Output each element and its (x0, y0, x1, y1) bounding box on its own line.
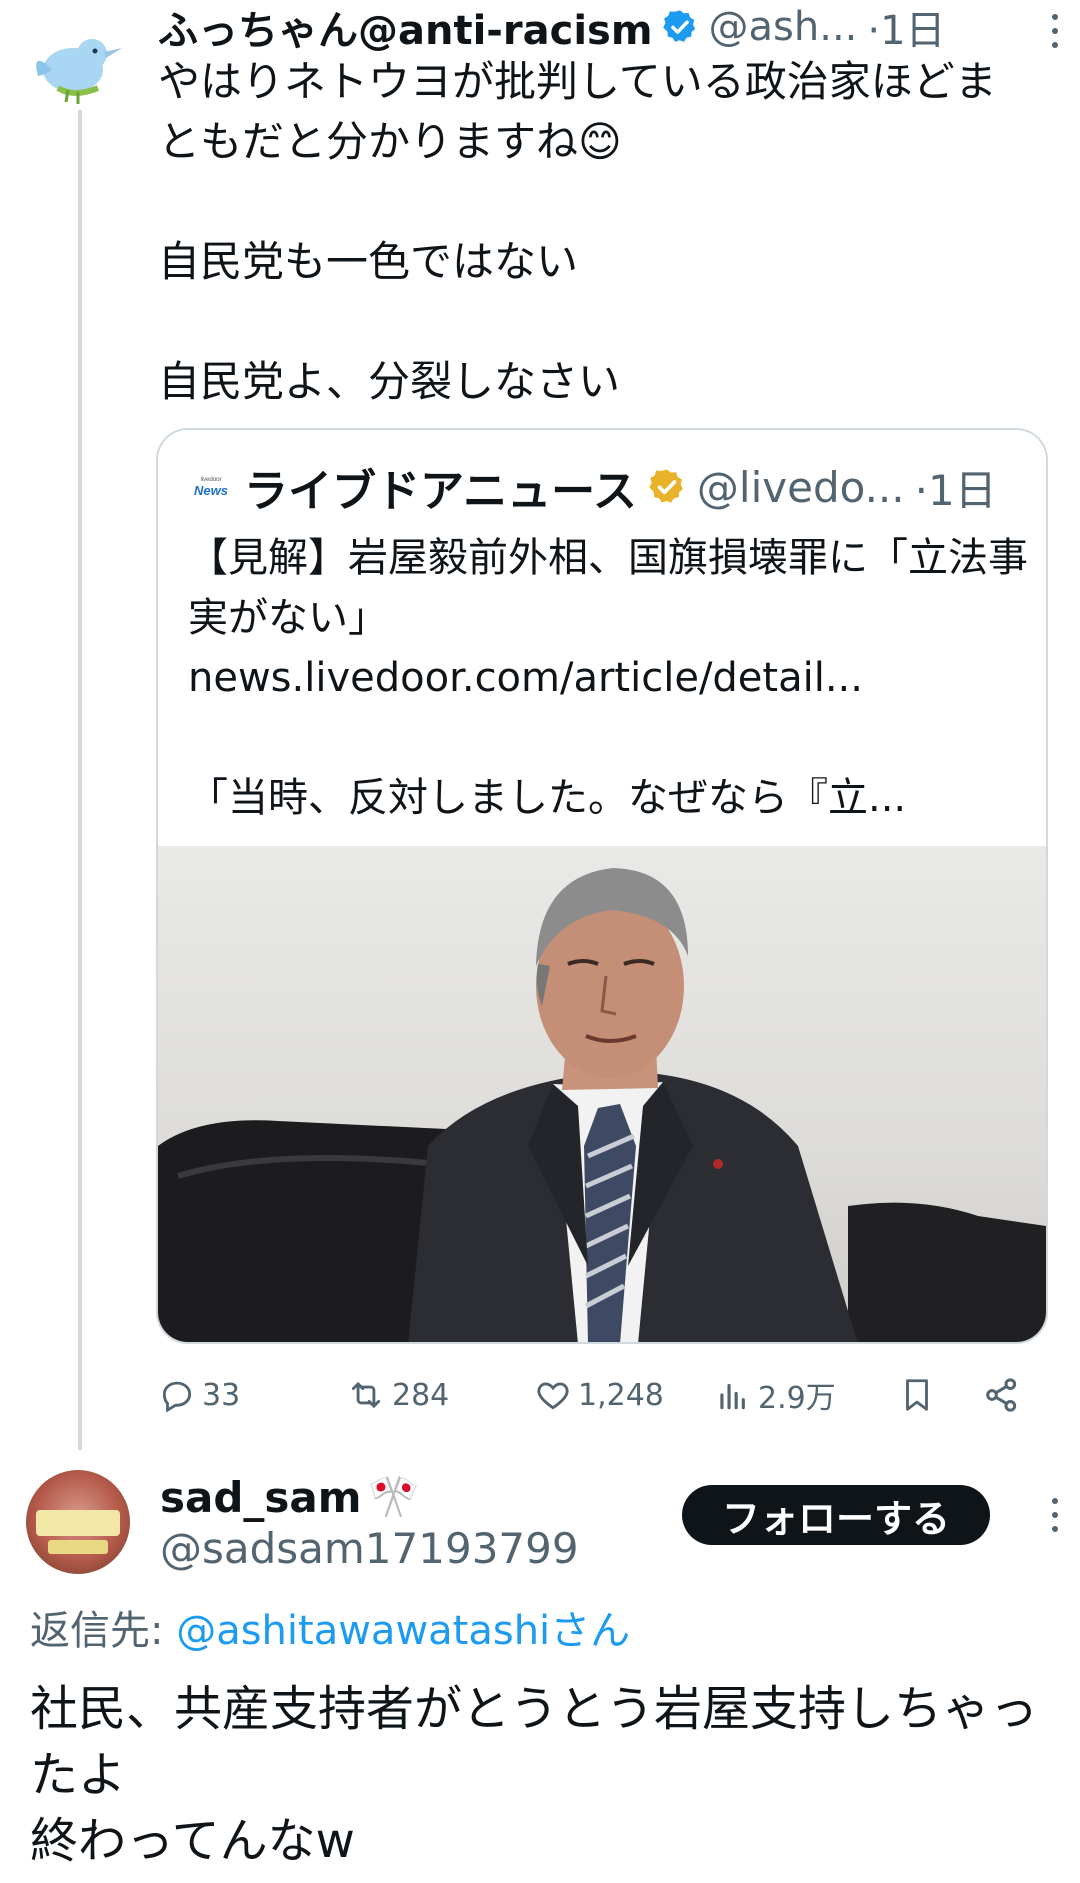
quote-header: livedoor News ライブドアニュース @livedo... ·1日 (190, 458, 1030, 518)
reply-count: 33 (202, 1377, 241, 1413)
quote-handle: @livedo... (696, 462, 905, 512)
reply-button[interactable]: 33 (158, 1368, 240, 1422)
livedoor-news-logo-icon: livedoor News (194, 476, 228, 498)
reply-to-suffix: さん (550, 1608, 631, 1654)
bookmark-button[interactable] (898, 1368, 942, 1422)
quote-text: 【見解】岩屋毅前外相、国旗損壊罪に「立法事実がない」 news.livedoor… (188, 535, 1028, 821)
reply-to-mention-link[interactable]: @ashitawawatashi (176, 1608, 550, 1654)
avatar-badge-band (36, 1510, 120, 1536)
like-button[interactable]: 1,248 (534, 1368, 664, 1422)
follow-button[interactable]: フォローする (682, 1485, 990, 1545)
avatar[interactable] (26, 1470, 130, 1574)
views-button[interactable]: 2.9万 (714, 1368, 836, 1422)
reply-text: 社民、共産支持者がとうとう岩屋支持しちゃったよ 終わってんなw (30, 1681, 1039, 1869)
like-count: 1,248 (578, 1377, 664, 1413)
avatar-badge-band-lower (48, 1540, 108, 1554)
tweet-header: ふっちゃん@anti-racism @ash... ·1日 (158, 2, 1038, 54)
heart-icon (537, 1382, 569, 1410)
thread-line (78, 110, 82, 1450)
bluebird-avatar-icon (36, 39, 122, 104)
quote-display-name: ライブドアニュース (244, 466, 637, 517)
more-options-icon[interactable] (1050, 1498, 1060, 1532)
reply-to-prefix: 返信先: (30, 1608, 177, 1654)
reply-display-name-row: sad_sam 🎌 (160, 1472, 420, 1522)
more-options-icon[interactable] (1050, 14, 1060, 48)
display-name[interactable]: sad_sam (160, 1473, 362, 1522)
quote-timestamp: ·1日 (914, 465, 997, 515)
reply-icon (162, 1381, 192, 1413)
handle[interactable]: @ash... (709, 4, 858, 50)
analytics-icon (720, 1383, 745, 1410)
repost-button[interactable]: 284 (346, 1368, 449, 1422)
crossed-flags-emoji: 🎌 (367, 1472, 420, 1521)
tweet-actions: 33 284 1,248 2.9万 (158, 1368, 1038, 1422)
avatar[interactable] (28, 18, 128, 118)
share-button[interactable] (982, 1368, 1028, 1422)
handle[interactable]: @sadsam17193799 (160, 1524, 579, 1573)
verified-badge-icon (661, 8, 699, 46)
display-name[interactable]: ふっちゃん@anti-racism (158, 0, 653, 56)
share-icon (986, 1378, 1017, 1412)
repost-count: 284 (392, 1377, 450, 1413)
reply-to-line: 返信先: @ashitawawatashiさん (30, 1598, 630, 1656)
man-in-suit-photo-icon (158, 868, 1046, 1342)
tweet-text: やはりネトウヨが批判している政治家ほどまともだと分かりますね😊 自民党も一色では… (158, 57, 997, 406)
verified-org-badge-icon (647, 467, 687, 507)
repost-icon (351, 1381, 381, 1409)
quote-photo[interactable] (158, 846, 1046, 1342)
bookmark-icon (906, 1379, 928, 1411)
timestamp[interactable]: ·1日 (867, 0, 945, 56)
view-count: 2.9万 (758, 1381, 836, 1416)
quote-tweet-card[interactable]: livedoor News ライブドアニュース @livedo... ·1日 【… (156, 428, 1048, 1344)
